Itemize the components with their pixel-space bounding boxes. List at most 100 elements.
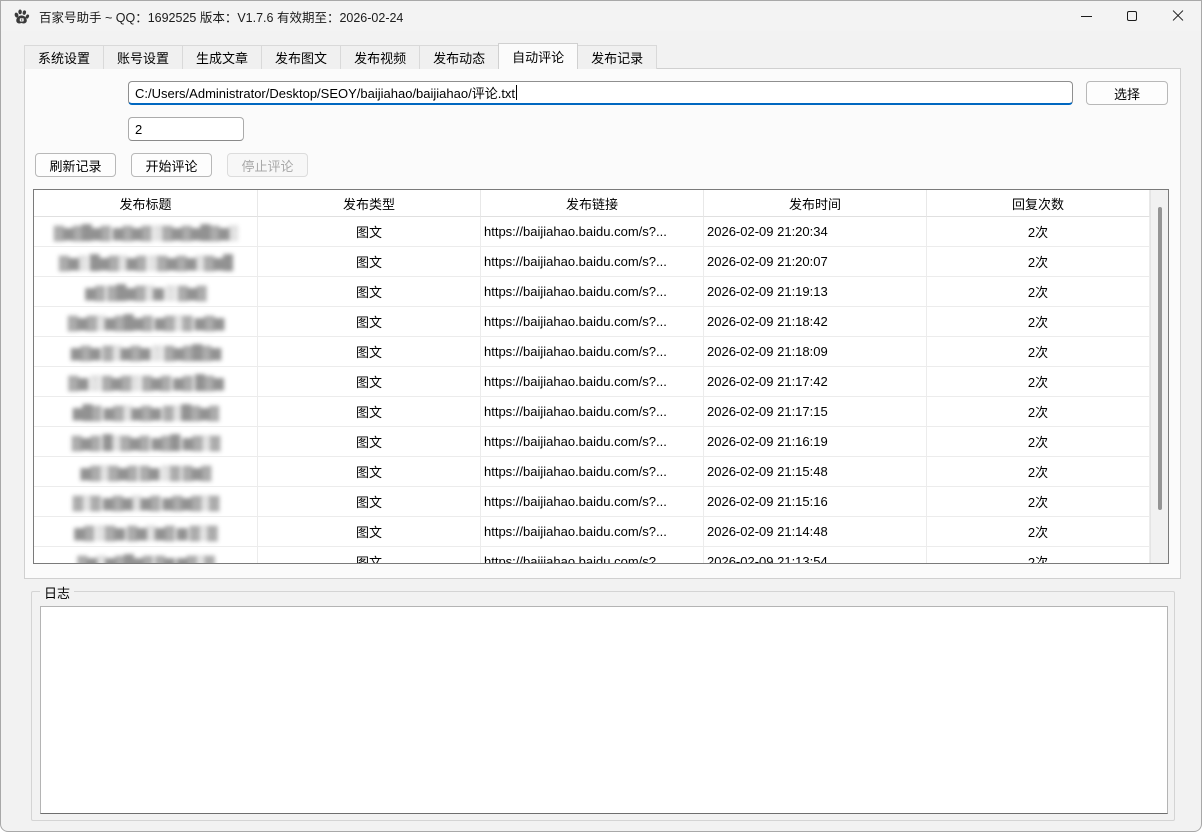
comment-count-value: 2 (135, 122, 142, 137)
cell-link: https://baijiahao.baidu.com/s?... (481, 487, 704, 517)
minimize-button[interactable] (1063, 1, 1109, 31)
table-row[interactable]: ▓▆▓█▆▓ ▆▓▆▓ ▒▓▆▓▆█▓▆▒图文https://baijiahao… (34, 217, 1168, 247)
cell-time: 2026-02-09 21:17:15 (704, 397, 927, 427)
cell-title: ▓▆▒▆▓█▆▓ ▓▆ ▆▓▒▓ (34, 547, 258, 564)
cell-title: ▆▓ ▓█▆▓▒▆ ▒ ▓▆▓ (34, 277, 258, 307)
maximize-button[interactable] (1109, 1, 1155, 31)
cell-replies: 2次 (927, 457, 1150, 487)
cell-type: 图文 (258, 247, 481, 277)
cell-link: https://baijiahao.baidu.com/s?... (481, 367, 704, 397)
cell-time: 2026-02-09 21:18:42 (704, 307, 927, 337)
cell-link: https://baijiahao.baidu.com/s?... (481, 247, 704, 277)
tab-2[interactable]: 生成文章 (182, 45, 262, 69)
table-row[interactable]: ▆▓▆ ▓▒▆▓▆ ▒ ▓▆▓█▓▆ 图文https://baijiahao.ba… (34, 337, 1168, 367)
cell-time: 2026-02-09 21:13:54 (704, 547, 927, 564)
cell-link: https://baijiahao.baidu.com/s?... (481, 457, 704, 487)
table-row[interactable]: ▆▓▒▓▆▓ ▓▆ ▒▓ ▓▆▓图文https://baijiahao.baid… (34, 457, 1168, 487)
cell-type: 图文 (258, 487, 481, 517)
cell-link: https://baijiahao.baidu.com/s?... (481, 397, 704, 427)
cell-time: 2026-02-09 21:18:09 (704, 337, 927, 367)
cell-time: 2026-02-09 21:15:48 (704, 457, 927, 487)
table-row[interactable]: ▆▓ ▒▓▆ ▓▆▒▆▓ ▆ ▓▒▓图文https://baijiahao.ba… (34, 517, 1168, 547)
table-row[interactable]: ▓▒▓ ▆▓▆▒▆▓ ▆▓▆▓▒▓ 图文https://baijiahao.bai… (34, 487, 1168, 517)
cell-link: https://baijiahao.baidu.com/s?... (481, 337, 704, 367)
table-scrollbar-thumb[interactable] (1158, 207, 1162, 510)
cell-type: 图文 (258, 427, 481, 457)
cell-title: ▓▆▒ █▆▓▒▆▓ ▒▓▆▓▆▒▓▆█ (34, 247, 258, 277)
table-scrollbar-track[interactable] (1150, 190, 1168, 563)
table-row[interactable]: ▆█▓ ▆▓▒▆▓▆ ▓▒█▓▆▓ 图文https://baijiahao.bai… (34, 397, 1168, 427)
column-header-2[interactable]: 发布链接 (481, 190, 704, 217)
log-textarea[interactable] (40, 606, 1168, 814)
column-header-4[interactable]: 回复次数 (927, 190, 1150, 217)
cell-link: https://baijiahao.baidu.com/s?... (481, 517, 704, 547)
cell-time: 2026-02-09 21:17:42 (704, 367, 927, 397)
cell-replies: 2次 (927, 277, 1150, 307)
cell-title: ▆▓▆ ▓▒▆▓▆ ▒ ▓▆▓█▓▆ (34, 337, 258, 367)
tab-4[interactable]: 发布视频 (340, 45, 420, 69)
table-row[interactable]: ▆▓ ▓█▆▓▒▆ ▒ ▓▆▓图文https://baijiahao.baidu… (34, 277, 1168, 307)
close-icon (1172, 10, 1184, 22)
column-header-3[interactable]: 发布时间 (704, 190, 927, 217)
cell-replies: 2次 (927, 427, 1150, 457)
log-groupbox: 日志 (31, 591, 1175, 821)
table-row[interactable]: ▓▆▒ █▆▓▒▆▓ ▒▓▆▓▆▒▓▆█ 图文https://baijiahao.… (34, 247, 1168, 277)
column-header-1[interactable]: 发布类型 (258, 190, 481, 217)
tab-bar: 系统设置账号设置生成文章发布图文发布视频发布动态自动评论发布记录 (24, 43, 656, 69)
cell-link: https://baijiahao.baidu.com/s?... (481, 277, 704, 307)
cell-time: 2026-02-09 21:19:13 (704, 277, 927, 307)
tab-0[interactable]: 系统设置 (24, 45, 104, 69)
masked-title-text: ▆▓▒▓▆▓ ▓▆ ▒▓ ▓▆▓ (80, 465, 210, 479)
column-header-0[interactable]: 发布标题 (34, 190, 258, 217)
cell-link: https://baijiahao.baidu.com/s?... (481, 547, 704, 564)
cell-type: 图文 (258, 517, 481, 547)
reply-file-input[interactable]: C:/Users/Administrator/Desktop/SEOY/baij… (128, 81, 1073, 105)
table-row[interactable]: ▓▆▓▒▆▓█▆▓ ▆▓▒▓ ▆▓▆图文https://baijiahao.ba… (34, 307, 1168, 337)
table-row[interactable]: ▓▆ ▒ ▓▆▓▒ ▓▆▓ ▆▓ █▓▆图文https://baijiahao.… (34, 367, 1168, 397)
table-header-row: 发布标题发布类型发布链接发布时间回复次数 (34, 190, 1168, 217)
publish-records-table: 发布标题发布类型发布链接发布时间回复次数 ▓▆▓█▆▓ ▆▓▆▓ ▒▓▆▓▆█▓… (33, 189, 1169, 564)
masked-title-text: ▓▒▓ ▆▓▆▒▆▓ ▆▓▆▓▒▓ (73, 495, 219, 509)
cell-type: 图文 (258, 547, 481, 564)
cell-type: 图文 (258, 277, 481, 307)
start-comment-button[interactable]: 开始评论 (131, 153, 212, 177)
cell-time: 2026-02-09 21:14:48 (704, 517, 927, 547)
choose-file-button[interactable]: 选择 (1086, 81, 1168, 105)
cell-replies: 2次 (927, 247, 1150, 277)
table-row[interactable]: ▓▆▒▆▓█▆▓ ▓▆ ▆▓▒▓图文https://baijiahao.baid… (34, 547, 1168, 564)
cell-title: ▓▆ ▒ ▓▆▓▒ ▓▆▓ ▆▓ █▓▆ (34, 367, 258, 397)
cell-replies: 2次 (927, 487, 1150, 517)
app-window: 百家号助手 ~ QQ：1692525 版本：V1.7.6 有效期至：2026-0… (0, 0, 1202, 832)
masked-title-text: ▓▆▒ █▆▓▒▆▓ ▒▓▆▓▆▒▓▆█ (59, 255, 232, 269)
cell-link: https://baijiahao.baidu.com/s?... (481, 307, 704, 337)
cell-title: ▆▓▒▓▆▓ ▓▆ ▒▓ ▓▆▓ (34, 457, 258, 487)
table-row[interactable]: ▓▆▓ █▒▓▆▓ ▆▓█ ▆▓▒▓图文https://baijiahao.ba… (34, 427, 1168, 457)
cell-title: ▓▆▓ █▒▓▆▓ ▆▓█ ▆▓▒▓ (34, 427, 258, 457)
masked-title-text: ▆▓▆ ▓▒▆▓▆ ▒ ▓▆▓█▓▆ (71, 345, 220, 359)
masked-title-text: ▓▆▓█▆▓ ▆▓▆▓ ▒▓▆▓▆█▓▆▒ (54, 225, 237, 239)
tab-3[interactable]: 发布图文 (261, 45, 341, 69)
log-groupbox-label: 日志 (40, 583, 74, 602)
cell-replies: 2次 (927, 367, 1150, 397)
close-button[interactable] (1155, 1, 1201, 31)
refresh-records-button[interactable]: 刷新记录 (35, 153, 116, 177)
tab-5[interactable]: 发布动态 (419, 45, 499, 69)
tab-1[interactable]: 账号设置 (103, 45, 183, 69)
masked-title-text: ▆█▓ ▆▓▒▆▓▆ ▓▒█▓▆▓ (73, 405, 219, 419)
comment-count-input[interactable]: 2 (128, 117, 244, 141)
reply-file-value: C:/Users/Administrator/Desktop/SEOY/baij… (135, 83, 515, 102)
cell-time: 2026-02-09 21:20:34 (704, 217, 927, 247)
tab-active-6[interactable]: 自动评论 (498, 43, 578, 69)
cell-replies: 2次 (927, 337, 1150, 367)
cell-title: ▓▒▓ ▆▓▆▒▆▓ ▆▓▆▓▒▓ (34, 487, 258, 517)
title-bar: 百家号助手 ~ QQ：1692525 版本：V1.7.6 有效期至：2026-0… (1, 1, 1201, 31)
cell-link: https://baijiahao.baidu.com/s?... (481, 427, 704, 457)
window-title: 百家号助手 ~ QQ：1692525 版本：V1.7.6 有效期至：2026-0… (39, 7, 403, 26)
tab-7[interactable]: 发布记录 (577, 45, 657, 69)
window-controls (1063, 1, 1201, 31)
cell-link: https://baijiahao.baidu.com/s?... (481, 217, 704, 247)
text-caret (516, 85, 517, 100)
cell-type: 图文 (258, 397, 481, 427)
cell-time: 2026-02-09 21:20:07 (704, 247, 927, 277)
cell-type: 图文 (258, 337, 481, 367)
